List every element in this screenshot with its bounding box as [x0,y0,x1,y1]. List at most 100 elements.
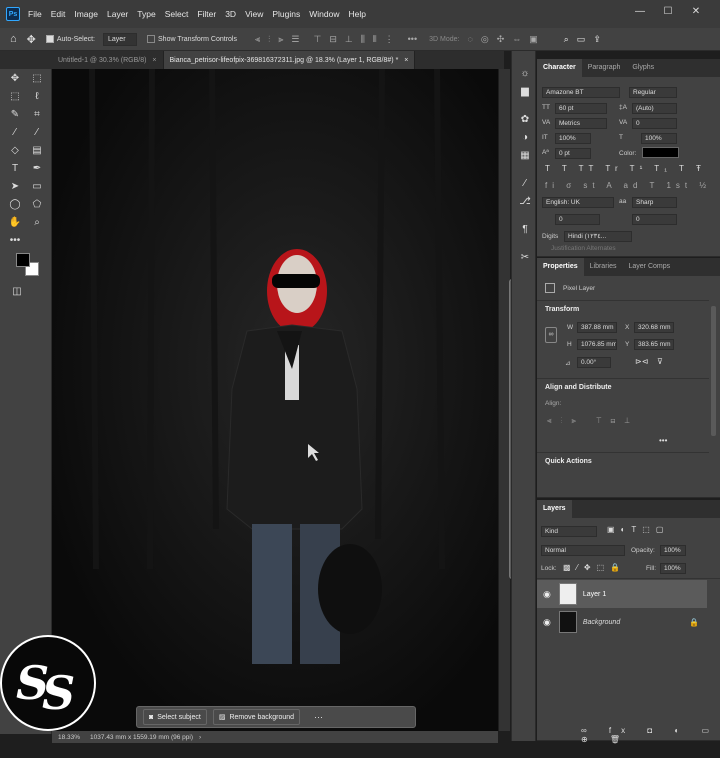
orbit-3d-icon[interactable]: ◌ [467,34,472,44]
close-icon[interactable]: × [152,57,156,64]
x-field[interactable]: 320.68 mm [634,322,674,333]
flip-vertical-icon[interactable]: ⊽ [657,357,663,366]
more-options-icon[interactable]: ⋯ [314,712,323,723]
align-section-title[interactable]: Align and Distribute [545,384,612,391]
swatches-icon[interactable]: ▦ [518,149,532,163]
height-field[interactable]: 1076.85 mm [577,339,617,350]
align-right-icon[interactable]: ⫸ [278,34,283,45]
close-icon[interactable]: × [404,57,408,64]
layer-name[interactable]: Background [583,619,620,626]
artboard-tool-icon[interactable]: ⬚ [28,71,46,87]
tab-paragraph[interactable]: Paragraph [582,59,627,77]
menu-layer[interactable]: Layer [107,9,128,19]
pan-3d-icon[interactable]: ✣ [497,34,505,45]
document-canvas[interactable] [52,69,498,731]
visibility-eye-icon[interactable]: ◉ [543,617,551,628]
menu-select[interactable]: Select [165,9,189,19]
more-align-icon[interactable]: ••• [659,436,667,445]
search-icon[interactable]: ⌕ [564,34,569,45]
menu-3d[interactable]: 3D [225,9,236,19]
align-middle-icon[interactable]: ⊟ [329,34,337,45]
maximize-button[interactable]: ☐ [654,6,682,17]
distribute-v-icon[interactable]: ⫼ [361,34,365,45]
align-buttons[interactable]: ⫷⫶⫸ ⊤⊟⊥ [547,416,639,426]
antialias-select[interactable]: Sharp [632,197,677,208]
leading-field[interactable]: (Auto) [632,103,677,114]
tab-glyphs[interactable]: Glyphs [626,59,660,77]
select-subject-button[interactable]: ◙ Select subject [143,709,207,725]
type-tool-icon[interactable]: T [6,161,24,177]
rectangle-tool-icon[interactable]: ▭ [28,179,46,195]
opacity-field[interactable]: 100% [660,545,686,556]
show-transform-checkbox[interactable] [147,35,156,43]
menu-plugins[interactable]: Plugins [272,9,300,19]
path-select-icon[interactable]: ➤ [6,179,24,195]
distribute-h-icon[interactable]: ⫴ [373,34,377,45]
kind-filter-select[interactable]: Kind [541,526,597,537]
horizontal-scale-field[interactable]: 100% [641,133,677,144]
crop-tool-icon[interactable]: ⌗ [28,107,46,123]
menu-type[interactable]: Type [137,9,155,19]
lock-icons[interactable]: ▩⁄✥⬚🔒 [563,563,626,572]
flip-horizontal-icon[interactable]: ⊳⊲ [635,357,648,366]
histogram-icon[interactable]: ▆ [518,85,532,99]
more-options-icon[interactable]: ••• [408,34,417,44]
y-field[interactable]: 383.65 mm [634,339,674,350]
menu-view[interactable]: View [245,9,263,19]
lasso-tool-icon[interactable]: ℓ [28,89,46,105]
home-icon[interactable]: ⌂ [10,33,17,45]
close-button[interactable]: ✕ [682,6,710,17]
tab-bianca[interactable]: Bianca_petrisor-lifeofpix-369816372311.j… [163,51,416,69]
pen-tool-icon[interactable]: ✒ [28,161,46,177]
zoom-tool-icon[interactable]: ⌕ [28,215,46,231]
align-center-icon[interactable]: ⫶ [268,34,270,45]
link-dimensions-icon[interactable]: ∞ [545,327,557,343]
share-icon[interactable]: ⇪ [593,34,601,45]
menu-help[interactable]: Help [348,9,365,19]
menu-filter[interactable]: Filter [197,9,216,19]
width-field[interactable]: 387.88 mm [577,322,617,333]
tab-untitled[interactable]: Untitled-1 @ 30.3% (RGB/8) × [52,51,164,69]
distribute-icon[interactable]: ☰ [291,34,299,45]
layer-footer-buttons[interactable]: ∞ fx ◘ ◐ ▭ ⊕ 🗑 [581,726,720,744]
align-bottom-icon[interactable]: ⊥ [345,34,353,45]
digits-select[interactable]: Hindi (١٢٣٤... [564,231,632,242]
move-tool-icon[interactable]: ✥ [6,71,24,87]
indent-field-b[interactable]: 0 [632,214,677,225]
auto-select-dropdown[interactable]: Layer [103,32,138,46]
distribute-spacing-icon[interactable]: ⋮ [385,34,394,45]
font-size-field[interactable]: 60 pt [555,103,607,114]
auto-select-checkbox[interactable] [45,35,54,43]
text-color-swatch[interactable] [642,147,679,158]
quick-select-icon[interactable]: ✎ [6,107,24,123]
marquee-tool-icon[interactable]: ⬚ [6,89,24,105]
foreground-color-swatch[interactable] [16,253,30,267]
move-tool-icon[interactable]: ✥ [27,33,36,46]
kerning-field[interactable]: Metrics [555,118,607,129]
menu-file[interactable]: File [28,9,42,19]
opentype-buttons[interactable]: fi σ st A ad T 1st ½ [545,181,711,190]
font-family-select[interactable]: Amazone BT [542,87,620,98]
vertical-scale-field[interactable]: 100% [555,133,591,144]
visibility-eye-icon[interactable]: ◉ [543,589,551,600]
tab-properties[interactable]: Properties [537,258,584,276]
zoom-level[interactable]: 18.33% [58,734,80,741]
tab-libraries[interactable]: Libraries [584,258,623,276]
quick-actions-title[interactable]: Quick Actions [545,458,592,465]
layer-filter-icons[interactable]: ▣◐T⬚▢ [607,525,669,534]
photoshop-logo[interactable]: Ps [6,7,20,21]
transform-section-title[interactable]: Transform [545,306,579,313]
tab-character[interactable]: Character [537,59,582,77]
menu-window[interactable]: Window [309,9,339,19]
roll-3d-icon[interactable]: ◎ [481,34,489,45]
language-select[interactable]: English: UK [542,197,614,208]
paragraph-styles-icon[interactable]: ¶ [518,223,532,237]
properties-scrollbar[interactable] [711,306,716,436]
slide-3d-icon[interactable]: ⇔ [512,34,521,44]
fill-field[interactable]: 100% [660,563,686,574]
type-style-buttons[interactable]: T T TT Tr T¹ T₁ T Ŧ [545,164,706,173]
brush-settings-icon[interactable]: ⁄ [518,177,532,191]
hand-tool-icon[interactable]: ✋ [6,215,24,231]
indent-field-a[interactable]: 0 [555,214,600,225]
align-left-icon[interactable]: ⫷ [255,34,260,45]
